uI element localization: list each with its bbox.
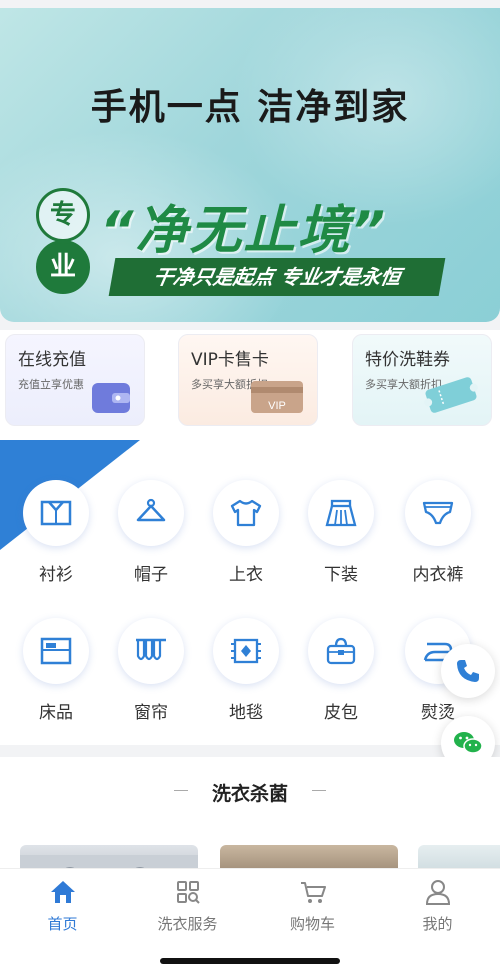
section-title: 洗衣杀菌: [211, 783, 288, 805]
category-label: 皮包: [324, 703, 358, 723]
ticket-icon: [424, 377, 478, 413]
product-image[interactable]: [418, 845, 500, 870]
tab-laundry-service[interactable]: 洗衣服务: [125, 877, 250, 934]
category-shirt[interactable]: 衬衫: [11, 480, 101, 585]
top-icon: [230, 499, 262, 527]
category-bag[interactable]: 皮包: [296, 618, 386, 723]
hat-icon: [136, 498, 166, 522]
section-header: 洗衣杀菌: [0, 757, 500, 825]
curtain-icon: [136, 638, 166, 661]
skirt-icon: [325, 499, 357, 527]
underwear-icon: [422, 501, 454, 525]
vip-card[interactable]: VIP卡售卡 多买享大额折扣 VIP: [178, 334, 318, 426]
category-label: 下装: [324, 565, 358, 585]
category-label: 内衣裤: [412, 565, 464, 585]
tab-label: 首页: [47, 915, 78, 933]
card-title: 特价洗鞋券: [365, 350, 450, 370]
wechat-icon: [454, 732, 483, 754]
cart-icon: [300, 882, 326, 903]
wallet-icon: [92, 383, 130, 413]
badge-top-char: 专: [36, 188, 90, 242]
bag-icon: [326, 637, 356, 665]
category-label: 床品: [39, 703, 73, 723]
tab-cart[interactable]: 购物车: [250, 877, 375, 934]
product-list: [0, 825, 500, 870]
user-icon: [425, 880, 450, 905]
svg-text:VIP: VIP: [268, 400, 286, 412]
card-title: VIP卡售卡: [191, 350, 269, 370]
home-icon: [50, 881, 75, 903]
phone-button[interactable]: [441, 644, 495, 698]
category-label: 地毯: [229, 703, 263, 723]
category-grid: 衬衫 帽子 上衣 下装 内衣裤 床品 窗帘 地毯 皮包 熨烫: [0, 440, 500, 745]
shirt-icon: [40, 500, 72, 526]
vip-card-icon: VIP: [251, 381, 303, 413]
category-curtain[interactable]: 窗帘: [106, 618, 196, 723]
phone-icon: [457, 660, 479, 682]
bedding-icon: [40, 637, 72, 665]
category-carpet[interactable]: 地毯: [201, 618, 291, 723]
product-image[interactable]: [220, 845, 398, 870]
category-label: 窗帘: [134, 703, 168, 723]
grid-search-icon: [176, 881, 200, 904]
divider: [312, 790, 326, 791]
home-indicator: [160, 958, 340, 964]
category-label: 衬衫: [39, 565, 73, 585]
tab-label: 洗衣服务: [157, 915, 218, 933]
tab-label: 我的: [422, 915, 453, 933]
banner-slogan: “净无止境”: [100, 201, 387, 261]
carpet-icon: [231, 638, 261, 664]
product-image[interactable]: [20, 845, 198, 870]
category-bedding[interactable]: 床品: [11, 618, 101, 723]
category-hat[interactable]: 帽子: [106, 480, 196, 585]
category-top[interactable]: 上衣: [201, 480, 291, 585]
banner-tagline: 干净只是起点 专业才是永恒: [108, 258, 446, 296]
washing-machine-image: [20, 855, 198, 870]
badge-bottom-char: 业: [36, 240, 90, 294]
quick-cards: 在线充值 充值立享优惠 VIP卡售卡 多买享大额折扣 VIP 特价洗鞋券 多买享…: [0, 330, 500, 440]
tab-home[interactable]: 首页: [0, 877, 125, 934]
banner-title: 手机一点 洁净到家: [90, 86, 410, 128]
app-page: 手机一点 洁净到家 专 业 “净无止境” 干净只是起点 专业才是永恒 在线充值 …: [0, 0, 500, 973]
recharge-card[interactable]: 在线充值 充值立享优惠: [5, 334, 145, 426]
shoe-coupon-card[interactable]: 特价洗鞋券 多买享大额折扣: [352, 334, 492, 426]
category-label: 上衣: [229, 565, 263, 585]
category-label: 帽子: [134, 565, 168, 585]
tab-label: 购物车: [289, 915, 335, 933]
professional-badge: 专 业: [30, 188, 90, 294]
category-underwear[interactable]: 内衣裤: [393, 480, 483, 585]
promo-banner[interactable]: 手机一点 洁净到家 专 业 “净无止境” 干净只是起点 专业才是永恒: [0, 8, 500, 322]
category-bottoms[interactable]: 下装: [296, 480, 386, 585]
tab-profile[interactable]: 我的: [375, 877, 500, 934]
card-title: 在线充值: [18, 350, 86, 370]
